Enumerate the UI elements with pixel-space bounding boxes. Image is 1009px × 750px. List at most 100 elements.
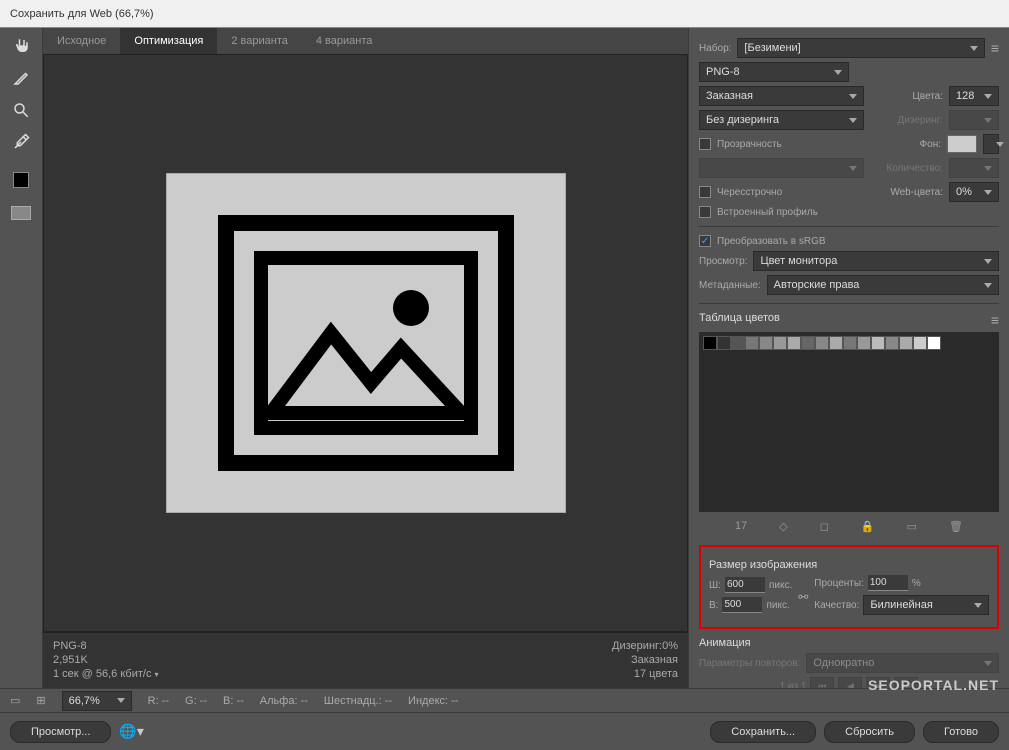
cancel-button[interactable]: Сбросить <box>824 721 915 743</box>
percent-sign: % <box>912 578 921 589</box>
interlaced-label: Чересстрочно <box>717 187 782 198</box>
preview-label: Просмотр: <box>699 256 747 267</box>
preview-area: Исходное Оптимизация 2 варианта 4 вариан… <box>42 28 689 688</box>
browser-preview-icon[interactable]: 🌐▾ <box>119 723 143 740</box>
dither-amount-label: Дизеринг: <box>898 115 944 126</box>
color-swatch[interactable] <box>829 336 843 350</box>
loop-label: Параметры повторов: <box>699 658 800 669</box>
slice-visibility-icon[interactable] <box>11 206 31 220</box>
color-swatch[interactable] <box>801 336 815 350</box>
embed-profile-checkbox[interactable] <box>699 206 711 218</box>
constrain-proportions-icon[interactable]: ⚯ <box>798 590 808 604</box>
preview-select[interactable]: Цвет монитора <box>753 251 999 271</box>
transparency-checkbox[interactable] <box>699 138 711 150</box>
readout-g: G: -- <box>185 695 207 707</box>
color-swatch[interactable] <box>759 336 773 350</box>
preset-select[interactable]: [Безимени] <box>737 38 984 58</box>
readout-b: B: -- <box>223 695 244 707</box>
color-swatch[interactable] <box>885 336 899 350</box>
swatch-toolbar-icon[interactable]: ◇ <box>779 520 787 533</box>
lock-icon[interactable]: 🔒 <box>861 520 875 533</box>
format-select[interactable]: PNG-8 <box>699 62 849 82</box>
width-label: Ш: <box>709 580 721 591</box>
height-label: В: <box>709 600 718 611</box>
trash-icon[interactable]: 🗑 <box>949 520 963 533</box>
main-area: Исходное Оптимизация 2 варианта 4 вариан… <box>0 28 1009 688</box>
status-filesize: 2,951K <box>53 653 159 667</box>
color-swatch[interactable] <box>871 336 885 350</box>
preview-button[interactable]: Просмотр... <box>10 721 111 743</box>
status-colors: 17 цвета <box>612 667 678 681</box>
reduction-select[interactable]: Заказная <box>699 86 864 106</box>
websnap-select[interactable]: 0% <box>949 182 999 202</box>
percent-label: Проценты: <box>814 578 864 589</box>
amount-select <box>949 158 999 178</box>
foreground-color-swatch[interactable] <box>13 172 29 188</box>
convert-srgb-checkbox[interactable] <box>699 235 711 247</box>
prev-frame-button: ◀ <box>838 677 862 688</box>
swatch-count: 17 <box>735 520 747 533</box>
transparency-dither-select <box>699 158 864 178</box>
preset-label: Набор: <box>699 43 731 54</box>
matte-color-swatch[interactable] <box>947 135 977 153</box>
new-swatch-icon[interactable]: ▭ <box>907 520 917 533</box>
panel-menu-icon[interactable] <box>991 40 999 56</box>
preview-status-bar: PNG-8 2,951K 1 сек @ 56,6 кбит/c ▾ Дизер… <box>43 632 688 688</box>
readout-index: Индекс: -- <box>408 695 458 707</box>
status-download-time: 1 сек @ 56,6 кбит/c ▾ <box>53 667 159 682</box>
dither-amount-select <box>949 110 999 130</box>
zoom-select[interactable]: 66,7% <box>62 691 132 711</box>
info-bar: ▭ ⊞ 66,7% R: -- G: -- B: -- Альфа: -- Ше… <box>0 688 1009 712</box>
watermark-text: SEOPORTAL.NET <box>868 677 999 693</box>
width-input[interactable] <box>725 577 765 593</box>
swatch-toolbar-icon[interactable]: ◻ <box>820 520 829 533</box>
tab-original[interactable]: Исходное <box>43 28 120 54</box>
color-swatch[interactable] <box>899 336 913 350</box>
preview-canvas[interactable] <box>43 54 688 632</box>
hand-tool-icon[interactable] <box>11 36 31 56</box>
color-swatch[interactable] <box>703 336 717 350</box>
eyedropper-tool-icon[interactable] <box>11 132 31 152</box>
height-input[interactable] <box>722 597 762 613</box>
color-swatch[interactable] <box>815 336 829 350</box>
done-button[interactable]: Готово <box>923 721 999 743</box>
matte-select[interactable] <box>983 134 999 154</box>
color-swatch[interactable] <box>913 336 927 350</box>
zoom-tool-icon[interactable] <box>11 100 31 120</box>
save-button[interactable]: Сохранить... <box>710 721 816 743</box>
color-swatch[interactable] <box>717 336 731 350</box>
status-palette: Заказная <box>612 653 678 667</box>
color-swatch[interactable] <box>857 336 871 350</box>
tab-4up[interactable]: 4 варианта <box>302 28 387 54</box>
color-table-toolbar: 17 ◇ ◻ 🔒 ▭ 🗑 <box>699 516 999 537</box>
view-mode-icon[interactable]: ⊞ <box>36 694 45 707</box>
slice-tool-icon[interactable] <box>11 68 31 88</box>
status-dither: Дизеринг:0% <box>612 639 678 653</box>
tab-optimized[interactable]: Оптимизация <box>120 28 217 54</box>
color-swatch[interactable] <box>773 336 787 350</box>
embed-profile-label: Встроенный профиль <box>717 207 818 218</box>
metadata-label: Метаданные: <box>699 280 761 291</box>
first-frame-button: ⏮ <box>810 677 834 688</box>
colors-select[interactable]: 128 <box>949 86 999 106</box>
color-swatch[interactable] <box>843 336 857 350</box>
matte-label: Фон: <box>920 139 941 150</box>
metadata-select[interactable]: Авторские права <box>767 275 999 295</box>
readout-r: R: -- <box>148 695 169 707</box>
view-mode-icon[interactable]: ▭ <box>10 694 20 707</box>
color-table-menu-icon[interactable] <box>991 312 999 328</box>
quality-label: Качество: <box>814 600 859 611</box>
color-swatch[interactable] <box>731 336 745 350</box>
color-table[interactable] <box>699 332 999 512</box>
color-swatch[interactable] <box>927 336 941 350</box>
interlaced-checkbox[interactable] <box>699 186 711 198</box>
color-swatch[interactable] <box>787 336 801 350</box>
color-swatch[interactable] <box>745 336 759 350</box>
window-title: Сохранить для Web (66,7%) <box>0 0 1009 28</box>
quality-select[interactable]: Билинейная <box>863 595 989 615</box>
tab-2up[interactable]: 2 варианта <box>217 28 302 54</box>
image-size-title: Размер изображения <box>709 559 817 571</box>
percent-input[interactable] <box>868 575 908 591</box>
dither-select[interactable]: Без дизеринга <box>699 110 864 130</box>
readout-hex: Шестнадц.: -- <box>324 695 392 707</box>
